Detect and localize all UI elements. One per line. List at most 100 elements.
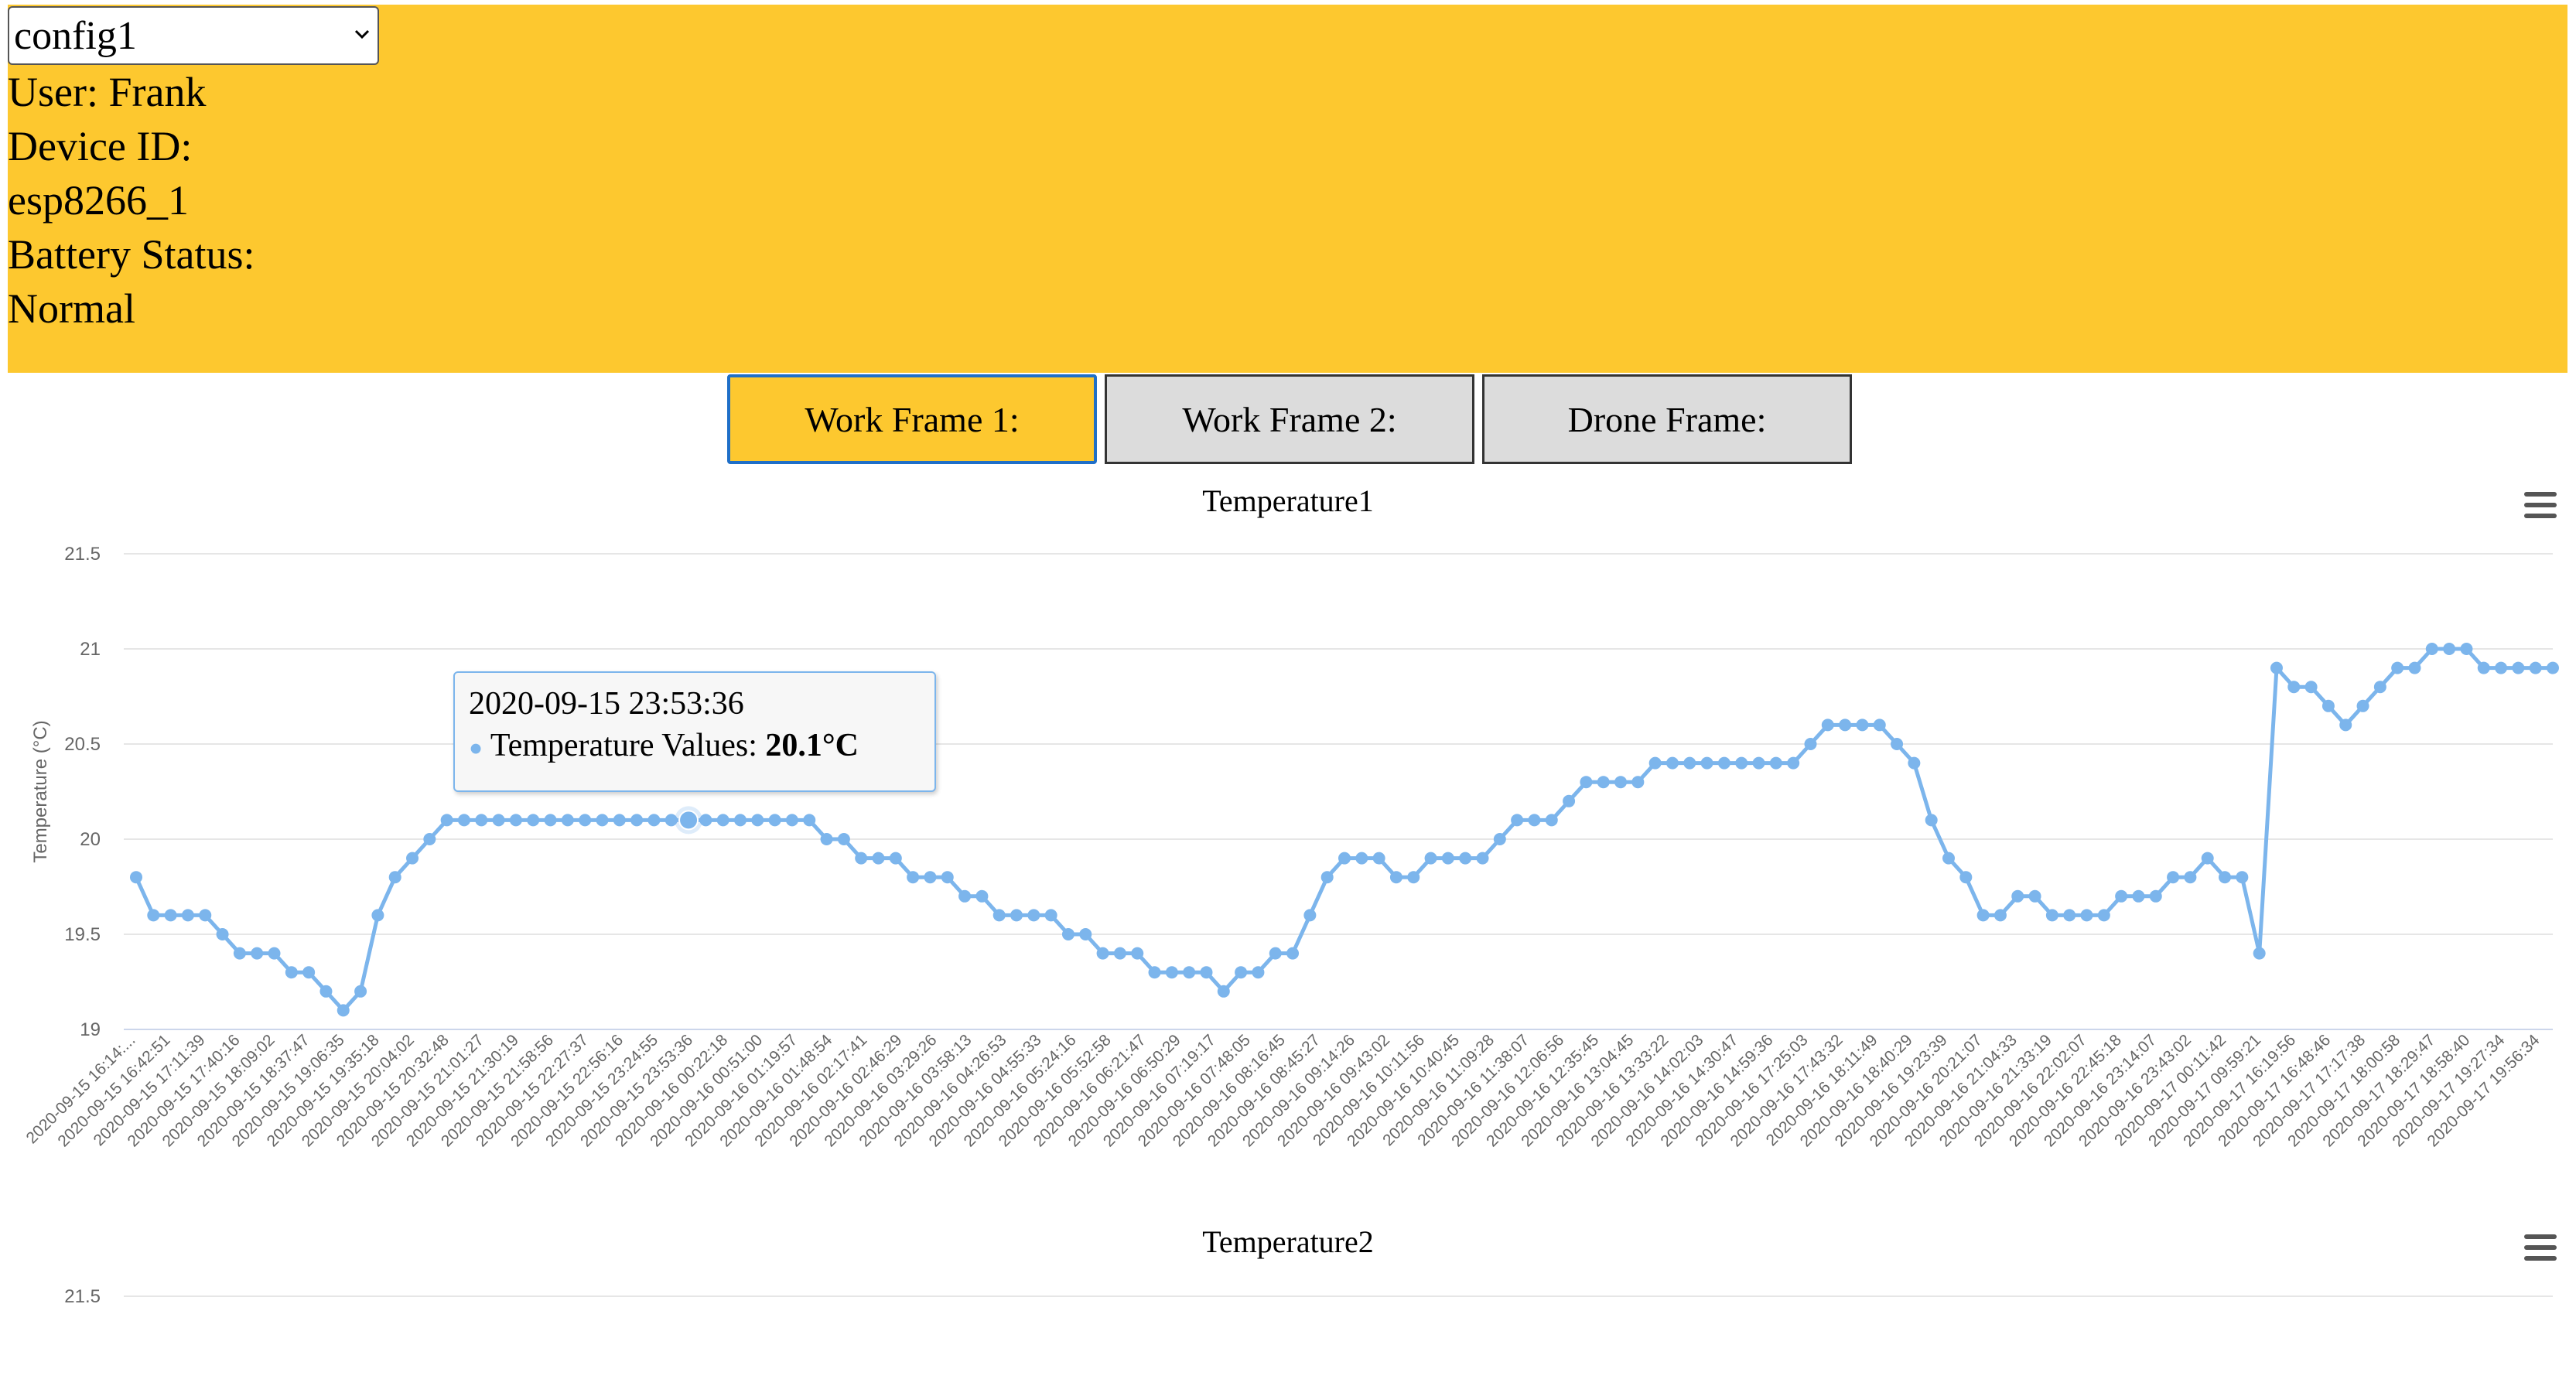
- data-point: [1908, 756, 1921, 770]
- tooltip-value: 20.1°C: [765, 728, 859, 763]
- data-point: [354, 985, 367, 998]
- data-point: [1839, 719, 1852, 732]
- data-point: [1769, 756, 1782, 770]
- data-point: [596, 814, 609, 827]
- data-point: [1235, 966, 1248, 979]
- data-point: [785, 814, 798, 827]
- data-point: [647, 814, 661, 827]
- data-point: [233, 947, 246, 960]
- data-point: [855, 852, 868, 865]
- tooltip-value-line: ● Temperature Values: 20.1°C: [469, 724, 921, 770]
- data-point: [1700, 756, 1713, 770]
- data-point: [1683, 756, 1696, 770]
- data-point: [268, 947, 281, 960]
- data-point: [2167, 871, 2180, 884]
- data-point: [2236, 871, 2249, 884]
- data-point: [527, 814, 540, 827]
- data-point: [337, 1004, 350, 1017]
- data-point: [1027, 909, 1040, 922]
- data-point: [302, 966, 316, 979]
- data-point: [1355, 852, 1368, 865]
- data-point: [1372, 852, 1385, 865]
- data-point: [958, 889, 972, 903]
- data-point: [1925, 814, 1938, 827]
- data-point: [1614, 776, 1628, 789]
- data-point: [2080, 909, 2093, 922]
- data-point: [1942, 852, 1955, 865]
- data-point: [803, 814, 816, 827]
- data-point: [1511, 814, 1524, 827]
- data-point: [1389, 871, 1402, 884]
- data-point: [544, 814, 557, 827]
- data-point: [1303, 909, 1317, 922]
- data-point: [2477, 661, 2490, 674]
- data-point: [1148, 966, 1161, 979]
- data-point: [285, 966, 298, 979]
- data-point: [2373, 681, 2386, 694]
- data-point: [768, 814, 781, 827]
- data-point: [2443, 643, 2456, 655]
- data-point: [1735, 756, 1748, 770]
- temperature-chart: 19 19.5 20 20.5 21 21.5 Temperature (°C) 2020-0…: [23, 544, 2559, 1307]
- data-point: [1165, 966, 1178, 979]
- data-point: [907, 871, 920, 884]
- data-point: [1407, 871, 1420, 884]
- data-point: [2184, 871, 2197, 884]
- data-point: [2270, 661, 2283, 674]
- data-point: [2356, 699, 2369, 712]
- data-point: [1597, 776, 1610, 789]
- data-point: [457, 814, 470, 827]
- y-tick-label-2: 21.5: [64, 1286, 101, 1307]
- data-point: [1061, 928, 1074, 940]
- data-point: [1959, 871, 1973, 884]
- data-point: [1424, 852, 1437, 865]
- y-tick-label: 20: [80, 829, 101, 850]
- data-point: [561, 814, 574, 827]
- data-point: [734, 814, 746, 827]
- data-point: [2132, 889, 2145, 903]
- data-point: [1113, 947, 1126, 960]
- data-point: [630, 814, 644, 827]
- data-point: [371, 909, 384, 922]
- data-point: [2201, 852, 2214, 865]
- data-point: [1752, 756, 1765, 770]
- data-point: [1183, 966, 1196, 979]
- data-point: [388, 871, 401, 884]
- data-point: [1821, 719, 1834, 732]
- data-point: [1338, 852, 1351, 865]
- chart-tooltip: 2020-09-15 23:53:36 ● Temperature Values…: [453, 671, 936, 792]
- series-marker-icon: ●: [469, 735, 483, 761]
- data-point: [2547, 661, 2559, 674]
- data-point: [1856, 719, 1869, 732]
- y-tick-label: 19.5: [64, 924, 101, 945]
- data-point: [924, 871, 937, 884]
- data-point: [1200, 966, 1213, 979]
- y-tick-label: 21: [80, 639, 101, 660]
- data-point: [440, 814, 453, 827]
- hovered-point: [678, 810, 699, 831]
- data-point: [2219, 871, 2232, 884]
- data-point: [1563, 794, 1576, 807]
- data-point: [1044, 909, 1057, 922]
- data-point: [1252, 966, 1265, 979]
- data-point: [1269, 947, 1282, 960]
- data-point: [475, 814, 488, 827]
- data-point: [423, 833, 436, 845]
- data-point: [216, 928, 229, 940]
- data-point: [2408, 661, 2421, 674]
- data-point: [2063, 909, 2076, 922]
- data-point: [1891, 738, 1904, 750]
- data-point: [2097, 909, 2110, 922]
- data-point: [2425, 643, 2438, 655]
- data-point: [1441, 852, 1454, 865]
- data-point: [1459, 852, 1472, 865]
- tooltip-series-label: Temperature Values:: [490, 728, 757, 763]
- data-point: [837, 833, 850, 845]
- data-point: [130, 871, 142, 884]
- data-point: [2045, 909, 2058, 922]
- data-point: [492, 814, 505, 827]
- data-point: [319, 985, 333, 998]
- data-point: [1631, 776, 1645, 789]
- y-tick-label: 21.5: [64, 544, 101, 565]
- data-point: [975, 889, 989, 903]
